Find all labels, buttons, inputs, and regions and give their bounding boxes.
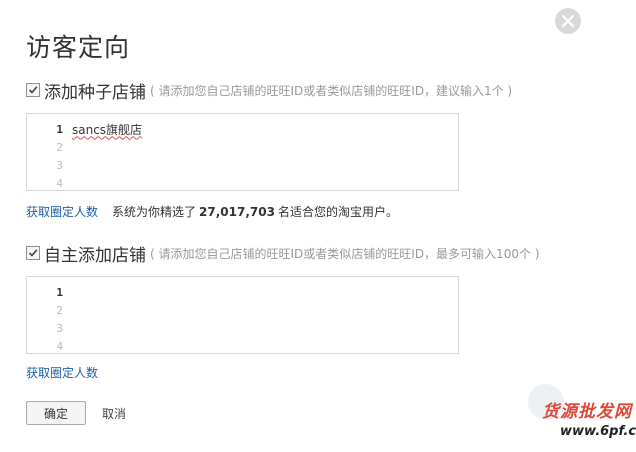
- line-number: 2: [56, 140, 63, 154]
- manual-section-title: 自主添加店铺: [44, 245, 146, 266]
- manual-store-editor[interactable]: 1 2 3 4: [26, 276, 459, 354]
- editor-line: 1 sancs旗舰店: [27, 120, 142, 138]
- seed-result-text: 系统为你精选了 27,017,703 名适合您的淘宝用户。: [112, 203, 398, 220]
- line-number: 3: [56, 321, 63, 335]
- editor-line: 2: [27, 138, 63, 156]
- line-number: 1: [56, 122, 63, 136]
- seed-store-editor[interactable]: 1 sancs旗舰店 2 3 4: [26, 113, 459, 191]
- result-suffix: 名适合您的淘宝用户。: [277, 205, 398, 219]
- editor-line: 3: [27, 319, 63, 337]
- watermark-url: www.6pf.cn: [560, 424, 636, 439]
- seed-fetch-count-link[interactable]: 获取圈定人数: [26, 203, 98, 220]
- editor-line: 4: [27, 337, 63, 353]
- result-prefix: 系统为你精选了: [112, 205, 197, 219]
- line-number: 3: [56, 158, 63, 172]
- confirm-button[interactable]: 确定: [26, 401, 86, 425]
- manual-section-hint: ( 请添加您自己店铺的旺旺ID或者类似店铺的旺旺ID，最多可输入100个 ): [150, 246, 540, 261]
- line-number: 4: [56, 339, 63, 353]
- editor-line: 3: [27, 156, 63, 174]
- manual-checkbox[interactable]: [26, 246, 40, 260]
- line-text: sancs旗舰店: [72, 122, 143, 137]
- editor-line: 2: [27, 301, 63, 319]
- manual-fetch-count-link[interactable]: 获取圈定人数: [26, 364, 98, 381]
- close-button[interactable]: [555, 8, 581, 34]
- manual-section-header: 自主添加店铺 ( 请添加您自己店铺的旺旺ID或者类似店铺的旺旺ID，最多可输入1…: [26, 243, 540, 266]
- result-count: 27,017,703: [199, 205, 275, 219]
- line-number: 2: [56, 303, 63, 317]
- line-number: 4: [56, 176, 63, 190]
- close-icon: [561, 14, 575, 28]
- editor-line: 1: [27, 283, 63, 301]
- check-icon: [28, 249, 38, 257]
- cancel-button[interactable]: 取消: [102, 405, 126, 422]
- seed-checkbox[interactable]: [26, 83, 40, 97]
- seed-section-title: 添加种子店铺: [44, 82, 146, 103]
- check-icon: [28, 86, 38, 94]
- seed-section-header: 添加种子店铺 ( 请添加您自己店铺的旺旺ID或者类似店铺的旺旺ID，建议输入1个…: [26, 80, 513, 103]
- watermark-text: 货源批发网: [542, 402, 632, 422]
- line-number: 1: [56, 285, 63, 299]
- seed-section-hint: ( 请添加您自己店铺的旺旺ID或者类似店铺的旺旺ID，建议输入1个 ): [150, 83, 513, 98]
- editor-line: 4: [27, 174, 63, 190]
- dialog-title: 访客定向: [26, 33, 131, 62]
